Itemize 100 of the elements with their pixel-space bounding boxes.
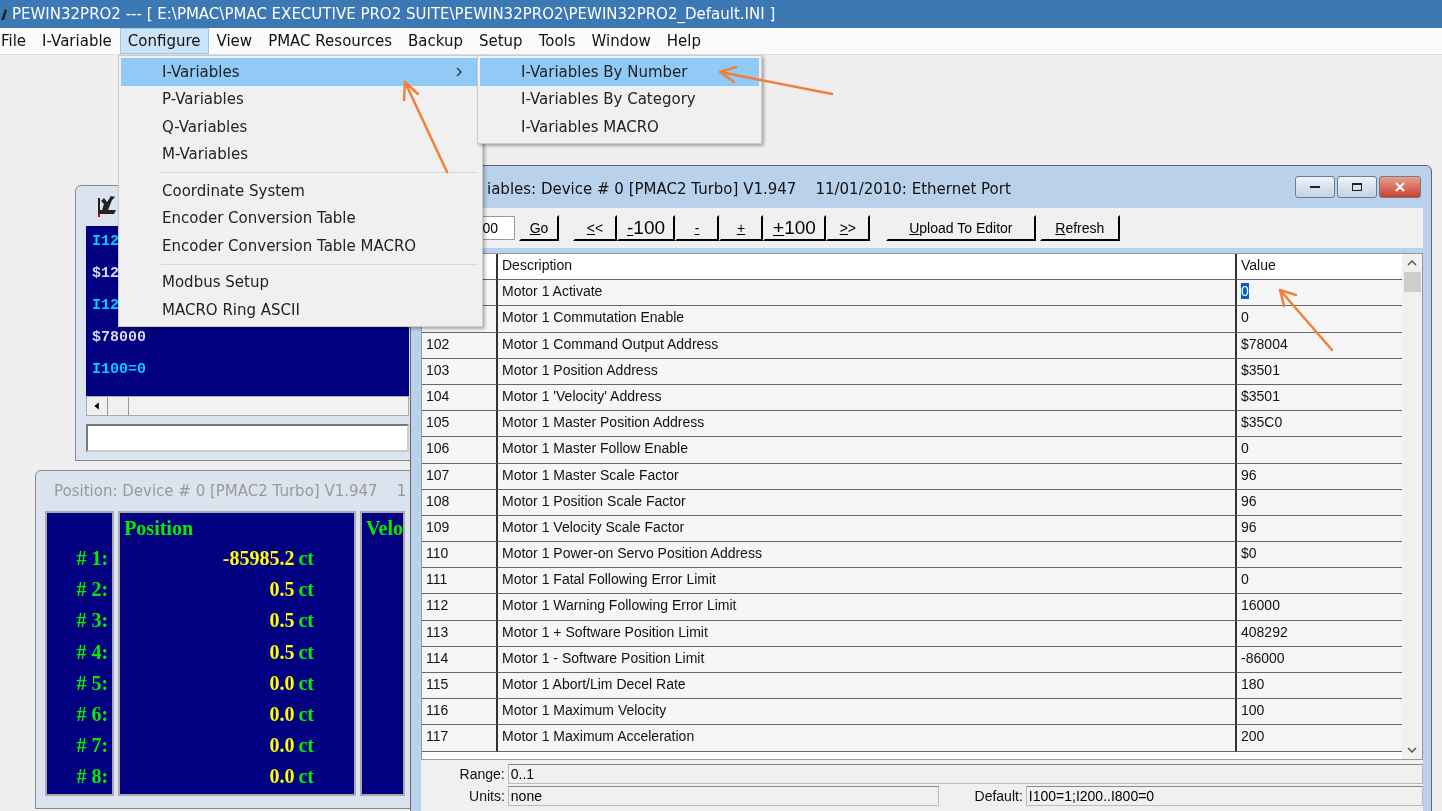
terminal-line: I100=0 [92,360,146,380]
menu-item[interactable]: Configure [119,28,209,54]
toolbar-button[interactable]: Refresh [1039,215,1120,241]
table-cell: 200 [1237,725,1402,752]
table-row[interactable]: 109 Motor 1 Velocity Scale Factor 96 [422,515,1402,543]
table-row[interactable]: 117 Motor 1 Maximum Acceleration 200 [422,725,1402,752]
position-value: -85985.2 [222,547,295,569]
motor-label: # 1: [75,546,109,571]
toolbar-button[interactable]: + [719,215,764,241]
table-cell: 103 [422,358,498,385]
menu-item[interactable]: File [0,28,35,54]
table-row[interactable]: 107 Motor 1 Master Scale Factor 96 [422,463,1402,490]
command-input-field[interactable] [86,424,409,452]
menu-item[interactable]: I-Variables MACRO [480,113,759,141]
toolbar-button[interactable]: >> [825,215,870,241]
menu-item[interactable]: Q-Variables [121,113,480,141]
maximize-icon [1352,183,1362,191]
maximize-button[interactable] [1337,176,1377,198]
table-cell: 0 [1237,437,1402,464]
menu-item[interactable]: I-Variables By Number [480,58,759,86]
table-cell: -86000 [1237,646,1402,673]
table-cell: 108 [422,489,498,516]
table-cell: Motor 1 Warning Following Error Limit [498,594,1237,621]
unit-label: ct [298,547,314,569]
table-cell: 112 [422,594,498,621]
table-row[interactable]: Motor 1 Activate 0 [422,280,1402,307]
menu-item[interactable]: Backup [399,28,471,54]
units-field: none [507,785,939,806]
scroll-thumb[interactable] [1403,272,1421,292]
terminal-line: I12 [92,232,119,252]
toolbar-button[interactable]: << [573,215,617,241]
menu-item[interactable]: P-Variables [121,85,480,113]
menu-item[interactable]: I-Variables By Category [480,85,759,113]
table-cell: 114 [422,646,498,673]
menu-item[interactable]: M-Variables [121,140,480,168]
table-cell: Motor 1 Position Scale Factor [498,489,1237,516]
table-cell: 180 [1237,673,1402,700]
position-value: 0.5 [269,640,295,663]
menu-item[interactable]: Window [583,28,659,54]
menu-item[interactable]: PMAC Resources [260,28,400,54]
table-row[interactable]: 102 Motor 1 Command Output Address $78004 [422,332,1402,359]
table-cell: 16000 [1237,594,1402,621]
menu-item-label: Encoder Conversion Table [162,209,356,228]
minimize-button[interactable] [1295,176,1335,198]
table-cell: Motor 1 Commutation Enable [498,306,1237,333]
table-row[interactable]: 111 Motor 1 Fatal Following Error Limit 0 [422,568,1402,595]
motor-label: # 7: [75,733,109,759]
table-row[interactable]: 105 Motor 1 Master Position Address $35C0 [422,411,1402,438]
motor-label: # 2: [75,577,109,603]
menu-item[interactable]: Coordinate System [121,177,480,205]
terminal-line: $78000 [92,328,146,348]
menu-item[interactable]: Encoder Conversion Table [121,204,480,232]
table-cell: Motor 1 Power-on Servo Position Address [498,542,1237,569]
menu-item[interactable]: I-Variables [121,58,480,86]
field-label: Units: [468,787,506,804]
field-label: Default: [973,787,1024,804]
table-row[interactable]: 103 Motor 1 Position Address $3501 [422,358,1402,385]
close-button[interactable] [1379,176,1421,198]
table-row[interactable]: Motor 1 Commutation Enable 0 [422,306,1402,333]
field-label: Range: [458,765,506,782]
vertical-scrollbar[interactable] [1402,254,1422,759]
table-cell: $35C0 [1237,411,1402,438]
horizontal-scrollbar[interactable] [86,396,409,416]
column-header: Description [498,254,1237,281]
menu-item[interactable]: View [208,28,261,54]
table-cell: 104 [422,384,498,412]
table-row[interactable]: 113 Motor 1 + Software Position Limit 408292 [422,620,1402,647]
toolbar-button[interactable]: -100 [617,215,676,241]
table-cell: 106 [422,437,498,464]
table-row[interactable]: 116 Motor 1 Maximum Velocity 100 [422,699,1402,726]
toolbar-button[interactable]: Go [519,215,559,241]
unit-label: ct [298,734,314,757]
table-row[interactable]: 104 Motor 1 'Velocity' Address $3501 [422,384,1402,412]
toolbar-button[interactable]: Upload To Editor [885,215,1036,241]
table-row[interactable]: 110 Motor 1 Power-on Servo Position Address $0 [422,542,1402,569]
menu-item-label: Q-Variables [162,117,248,136]
menu-item-label: Modbus Setup [162,273,269,292]
table-cell: Motor 1 Maximum Velocity [498,699,1237,726]
table-cell: 117 [422,725,498,752]
table-row[interactable]: 115 Motor 1 Abort/Lim Decel Rate 180 [422,673,1402,700]
motor-label: # 5: [75,670,109,696]
minimize-icon [1310,185,1320,189]
table-cell: 116 [422,699,498,726]
table-row[interactable]: 112 Motor 1 Warning Following Error Limit 16000 [422,594,1402,621]
table-cell: Motor 1 Master Follow Enable [498,437,1237,464]
menu-item[interactable]: I-Variable [34,28,120,54]
table-row[interactable]: 108 Motor 1 Position Scale Factor 96 [422,489,1402,516]
menu-item[interactable]: Setup [470,28,531,54]
table-cell: 110 [422,542,498,569]
table-row[interactable]: 106 Motor 1 Master Follow Enable 0 [422,437,1402,464]
menu-item[interactable]: Help [658,28,709,54]
menu-item[interactable]: Tools [530,28,584,54]
menu-item-label: P-Variables [162,90,244,109]
unit-label: ct [298,702,314,725]
table-cell: $3501 [1237,384,1402,412]
menu-item[interactable]: Encoder Conversion Table MACRO [121,232,480,260]
table-cell: 113 [422,620,498,647]
toolbar-button[interactable]: - [675,215,720,241]
table-row[interactable]: 114 Motor 1 - Software Position Limit -86000 [422,646,1402,673]
toolbar-button[interactable]: +100 [763,215,826,241]
